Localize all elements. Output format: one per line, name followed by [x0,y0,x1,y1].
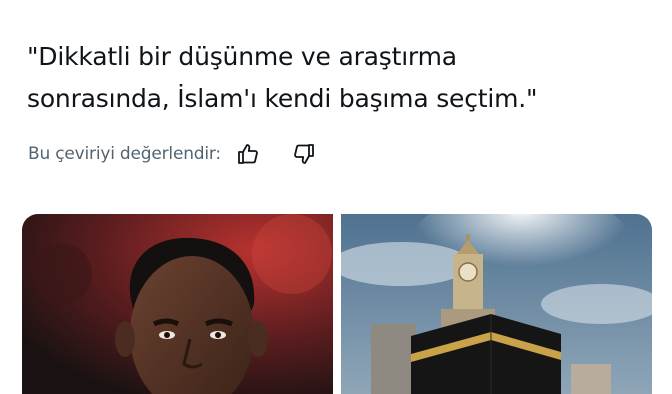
tweet-text-line-2: sonrasında, İslam'ı kendi başıma seçtim.… [27,84,538,113]
kaaba-clock-tower-photo[interactable] [341,214,652,394]
translation-rating-row: Bu çeviriyi değerlendir: [28,139,319,169]
tweet-text: "Dikkatli bir düşünme ve araştırma sonra… [27,36,647,120]
player-portrait-photo[interactable] [22,214,333,394]
thumbs-down-icon [294,144,314,164]
tweet-text-line-1: "Dikkatli bir düşünme ve araştırma [27,42,457,71]
rate-translation-label: Bu çeviriyi değerlendir: [28,144,221,164]
thumbs-down-button[interactable] [289,139,319,169]
media-grid [22,214,652,394]
thumbs-up-icon [238,144,258,164]
thumbs-up-button[interactable] [233,139,263,169]
